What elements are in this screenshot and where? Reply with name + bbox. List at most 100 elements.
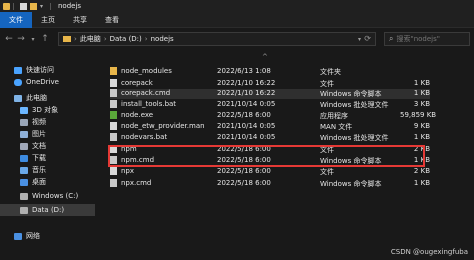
navigation-pane: 快速访问 OneDrive 此电脑 3D 对象 视频 图片 文档 下载 音乐 桌… <box>0 52 95 260</box>
file-size: 1 KB <box>413 79 430 87</box>
file-name: node_etw_provider.man <box>121 122 205 130</box>
sidebar-item-onedrive[interactable]: OneDrive <box>0 76 95 88</box>
document-icon <box>20 142 28 150</box>
file-date: 2021/10/14 0:05 <box>217 122 276 130</box>
sidebar-item-windows-c[interactable]: Windows (C:) <box>0 190 95 202</box>
file-name: nodevars.bat <box>121 133 168 141</box>
file-icon <box>110 79 117 87</box>
script-icon <box>110 179 117 187</box>
search-box[interactable]: ⌕ <box>384 32 470 46</box>
folder-icon <box>110 67 117 75</box>
music-icon <box>20 166 28 174</box>
file-size: 1 KB <box>413 179 430 187</box>
sidebar-item-music[interactable]: 音乐 <box>0 164 95 176</box>
file-size: 9 KB <box>413 122 430 130</box>
sidebar-item-videos[interactable]: 视频 <box>0 116 95 128</box>
file-type: 文件 <box>320 80 334 88</box>
sidebar-item-this-pc[interactable]: 此电脑 <box>0 92 95 104</box>
forward-button[interactable]: → <box>15 32 27 46</box>
sidebar-item-label: 3D 对象 <box>32 106 59 114</box>
file-type: 文件 <box>320 168 334 176</box>
sidebar-item-documents[interactable]: 文档 <box>0 140 95 152</box>
file-icon <box>110 167 117 175</box>
sidebar-item-pictures[interactable]: 图片 <box>0 128 95 140</box>
back-button[interactable]: ← <box>3 32 15 46</box>
chevron-right-icon[interactable]: › <box>104 35 107 43</box>
file-name: npx.cmd <box>121 179 152 187</box>
breadcrumb-data-drive[interactable]: Data (D:) <box>110 35 142 43</box>
network-icon <box>14 232 22 240</box>
divider <box>13 2 14 10</box>
chevron-down-icon[interactable]: ▾ <box>40 3 47 10</box>
file-name: corepack <box>121 79 153 87</box>
file-size: 2 KB <box>413 167 430 175</box>
refresh-icon[interactable]: ⟳ <box>364 34 371 43</box>
address-bar[interactable]: › 此电脑 › Data (D:) › nodejs ⟳ ▾ <box>58 32 376 46</box>
picture-icon <box>20 130 28 138</box>
file-type: Windows 命令脚本 <box>320 180 382 188</box>
script-icon <box>110 100 117 108</box>
list-item[interactable]: node_modules 2022/6/13 1:08 文件夹 <box>110 67 430 77</box>
file-name: npx <box>121 167 135 175</box>
up-button[interactable]: ↑ <box>39 32 51 46</box>
sidebar-item-label: OneDrive <box>26 78 59 86</box>
sidebar-item-network[interactable]: 网络 <box>0 230 95 242</box>
folder-icon <box>3 2 10 10</box>
file-date: 2022/5/18 6:00 <box>217 179 271 187</box>
folder-icon <box>63 36 71 42</box>
file-icon <box>110 122 117 130</box>
computer-icon <box>14 94 22 102</box>
file-type: 应用程序 <box>320 112 348 120</box>
file-size: 1 KB <box>413 89 430 97</box>
chevron-down-icon[interactable]: ▾ <box>358 36 361 43</box>
list-item[interactable]: corepack.cmd 2022/1/10 16:22 Windows 命令脚… <box>110 89 430 99</box>
file-size: 3 KB <box>413 100 430 108</box>
cloud-icon <box>14 78 22 86</box>
search-input[interactable] <box>396 35 465 43</box>
list-item[interactable]: node_etw_provider.man 2021/10/14 0:05 MA… <box>110 122 430 132</box>
file-date: 2022/1/10 16:22 <box>217 79 276 87</box>
list-item[interactable]: nodevars.bat 2021/10/14 0:05 Windows 批处理… <box>110 133 430 143</box>
sidebar-item-label: 网络 <box>26 232 40 240</box>
recent-locations-button[interactable]: ▾ <box>27 32 39 46</box>
sidebar-item-data-d[interactable]: Data (D:) <box>0 204 95 216</box>
drive-icon <box>20 192 28 200</box>
breadcrumb-nodejs[interactable]: nodejs <box>151 35 174 43</box>
window-title: nodejs <box>58 2 82 10</box>
file-name: node_modules <box>121 67 172 75</box>
file-size: 59,859 KB <box>400 111 437 119</box>
tab-view[interactable]: 查看 <box>96 12 128 28</box>
chevron-up-icon[interactable]: ^ <box>262 53 268 63</box>
breadcrumb-this-pc[interactable]: 此电脑 <box>80 34 101 44</box>
tab-file[interactable]: 文件 <box>0 11 32 28</box>
chevron-right-icon[interactable]: › <box>74 35 77 43</box>
sidebar-item-label: Windows (C:) <box>32 192 79 200</box>
sidebar-item-label: 此电脑 <box>26 94 47 102</box>
list-item[interactable]: npx 2022/5/18 6:00 文件 2 KB <box>110 167 430 177</box>
sidebar-item-3d-objects[interactable]: 3D 对象 <box>0 104 95 116</box>
list-item[interactable]: corepack 2022/1/10 16:22 文件 1 KB <box>110 79 430 89</box>
sidebar-item-label: 图片 <box>32 130 46 138</box>
sidebar-item-quick-access[interactable]: 快速访问 <box>0 64 95 76</box>
tab-share[interactable]: 共享 <box>64 12 96 28</box>
sidebar-item-downloads[interactable]: 下载 <box>0 152 95 164</box>
video-icon <box>20 118 28 126</box>
highlight-annotation <box>108 145 425 167</box>
sidebar-item-label: 桌面 <box>32 178 46 186</box>
new-folder-icon[interactable] <box>30 2 37 10</box>
desktop-icon <box>20 178 28 186</box>
node-icon <box>110 111 117 119</box>
chevron-right-icon[interactable]: › <box>145 35 148 43</box>
tab-home[interactable]: 主页 <box>32 12 64 28</box>
list-item[interactable]: node.exe 2022/5/18 6:00 应用程序 59,859 KB <box>110 111 437 121</box>
list-item[interactable]: npx.cmd 2022/5/18 6:00 Windows 命令脚本 1 KB <box>110 179 430 189</box>
star-icon <box>14 66 22 74</box>
list-item[interactable]: install_tools.bat 2021/10/14 0:05 Window… <box>110 100 430 110</box>
file-name: corepack.cmd <box>121 89 171 97</box>
drive-icon <box>20 206 28 214</box>
file-date: 2022/1/10 16:22 <box>217 89 276 97</box>
properties-icon[interactable] <box>20 2 27 10</box>
file-type: 文件夹 <box>320 68 341 76</box>
script-icon <box>110 133 117 141</box>
sidebar-item-desktop[interactable]: 桌面 <box>0 176 95 188</box>
